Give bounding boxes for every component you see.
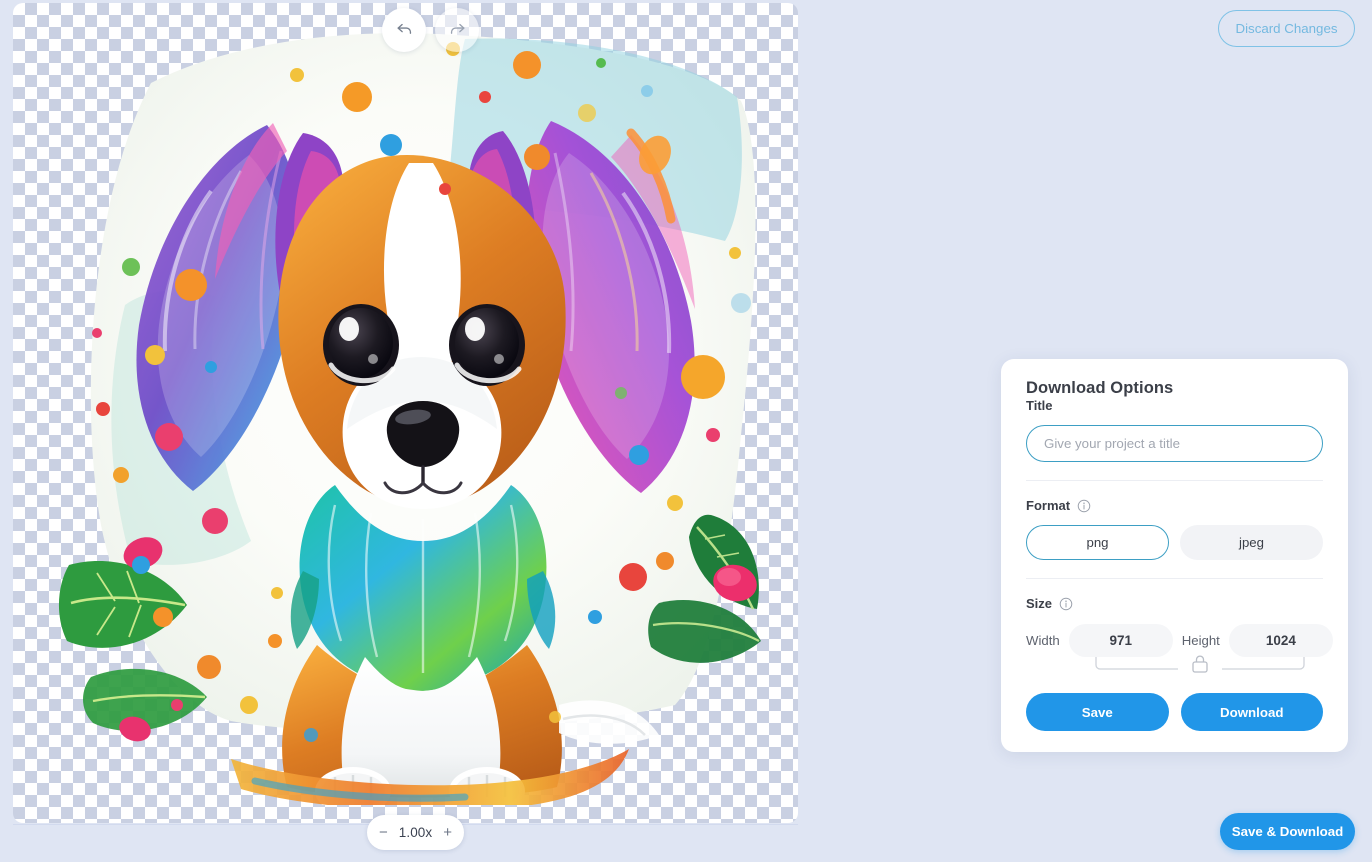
size-label-row: Size (1026, 596, 1323, 611)
download-button[interactable]: Download (1180, 693, 1323, 731)
info-icon[interactable] (1077, 499, 1091, 513)
width-label: Width (1026, 633, 1060, 648)
dimension-row: Width Height (1026, 624, 1333, 657)
artwork-image (35, 5, 780, 805)
left-eye (323, 304, 399, 386)
history-toolbar (382, 8, 479, 52)
redo-arrow-icon (448, 19, 467, 41)
discard-changes-button[interactable]: Discard Changes (1218, 10, 1355, 47)
download-options-panel: Download Options Title Format (1001, 359, 1348, 752)
save-button[interactable]: Save (1026, 693, 1169, 731)
undo-arrow-icon (395, 19, 414, 41)
size-label: Size (1026, 596, 1053, 611)
format-toggle-group: png jpeg (1026, 525, 1323, 560)
zoom-out-button[interactable]: − (378, 823, 389, 842)
zoom-in-button[interactable]: + (442, 823, 453, 842)
image-canvas[interactable] (13, 3, 798, 823)
format-option-png[interactable]: png (1026, 525, 1169, 560)
size-section: Size Width Height (1026, 578, 1333, 752)
format-section: Format png jpeg (1026, 480, 1323, 578)
height-label: Height (1181, 633, 1220, 648)
project-title-input[interactable] (1026, 425, 1323, 462)
panel-title: Download Options (1026, 379, 1174, 397)
undo-button[interactable] (382, 8, 426, 52)
width-input[interactable] (1068, 624, 1173, 657)
zoom-control: − 1.00x + (367, 815, 464, 850)
format-label-row: Format (1026, 498, 1323, 513)
zoom-level-label: 1.00x (398, 825, 433, 840)
title-label: Title (1026, 398, 1053, 413)
image-editor-app: − 1.00x + Discard Changes Download Optio… (0, 0, 1372, 862)
format-label: Format (1026, 498, 1071, 513)
save-and-download-button[interactable]: Save & Download (1220, 813, 1355, 850)
right-eye (449, 304, 525, 386)
format-option-jpeg[interactable]: jpeg (1180, 525, 1323, 560)
height-input[interactable] (1228, 624, 1333, 657)
panel-actions: Save Download (1026, 693, 1323, 734)
aspect-ratio-link[interactable] (1026, 655, 1323, 677)
title-section: Title (1026, 398, 1323, 480)
title-label-row: Title (1026, 398, 1323, 413)
info-icon[interactable] (1059, 597, 1073, 611)
lock-closed-icon (1192, 655, 1208, 673)
redo-button[interactable] (435, 8, 479, 52)
